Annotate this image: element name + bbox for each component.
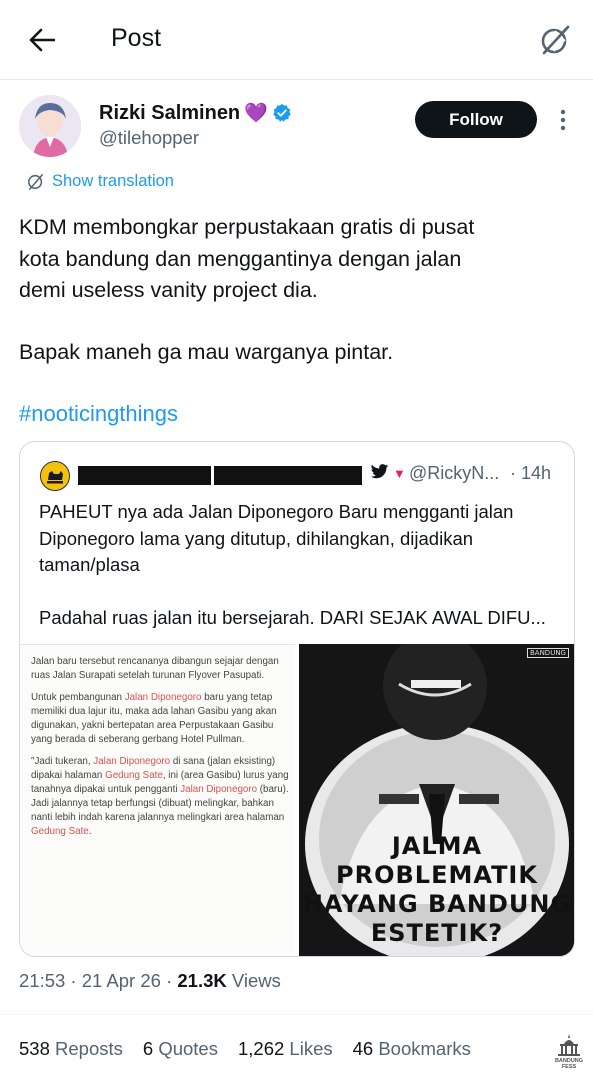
follow-button[interactable]: Follow [415, 101, 537, 138]
watermark-logo: BANDUNG FESS [549, 1032, 589, 1076]
quoted-tweet-card[interactable]: ▼ @RickyN... · 14h PAHEUT nya ada Jalan … [19, 441, 575, 957]
tweet-line: Bapak maneh ga mau warganya pintar. [19, 339, 394, 364]
tweet-line: kota bandung dan menggantinya dengan jal… [19, 246, 462, 271]
redacted-name-block [78, 466, 211, 485]
article-paragraph: "Jadi tukeran, Jalan Diponegoro di sana … [31, 756, 289, 837]
twitter-bird-icon [370, 464, 389, 485]
quoted-image-article[interactable]: Jalan baru tersebut rencananya dibangun … [21, 644, 295, 956]
quoted-text: PAHEUT nya ada Jalan Diponegoro Baru men… [39, 499, 559, 631]
tweet-line: KDM membongkar perpustakaan gratis di pu… [19, 215, 475, 239]
show-translation-label: Show translation [52, 172, 174, 190]
grok-button[interactable] [533, 18, 577, 62]
show-translation-link[interactable]: Show translation [27, 172, 174, 191]
translate-icon [28, 173, 44, 190]
watermark-text: BANDUNG FESS [554, 1058, 584, 1070]
quotes-stat[interactable]: 6 Quotes [143, 1038, 218, 1060]
top-bar: Post [0, 0, 593, 80]
likes-stat[interactable]: 1,262 Likes [238, 1038, 333, 1060]
hashtag-link[interactable]: #nooticingthings [19, 401, 178, 427]
grok-icon [541, 25, 570, 55]
author-display-name[interactable]: Rizki Salminen 💜 [99, 101, 292, 125]
more-options-button[interactable] [553, 106, 573, 134]
author-avatar[interactable] [19, 95, 81, 157]
page-title: Post [111, 24, 162, 52]
article-excerpt: Jalan baru tersebut rencananya dibangun … [31, 655, 289, 847]
article-paragraph: Jalan baru tersebut rencananya dibangun … [31, 656, 279, 681]
quoted-line: PAHEUT nya ada Jalan Diponegoro Baru men… [39, 501, 514, 522]
quoted-timestamp: · 14h [510, 463, 552, 483]
author-handle[interactable]: @tilehopper [99, 127, 199, 149]
engagement-stats: 538 Reposts 6 Quotes 1,262 Likes 46 Book… [19, 1038, 471, 1060]
purple-heart-emoji: 💜 [244, 103, 268, 124]
article-paragraph: Untuk pembangunan Jalan Diponegoro baru … [31, 692, 277, 745]
back-arrow-icon [29, 28, 55, 52]
post-time-date[interactable]: 21:53 · 21 Apr 26 · [19, 970, 177, 991]
quoted-line: taman/plasa [39, 554, 140, 575]
poster-line: JALMA PROBLEMATIK [336, 832, 538, 889]
quoted-image-poster[interactable]: BANDUNG JALMA PROBLEMATIK HAYANG BANDUNG… [299, 644, 574, 956]
avatar-illustration [19, 95, 81, 157]
poster-caption: JALMA PROBLEMATIK HAYANG BANDUNG ESTETIK… [299, 832, 574, 948]
post-meta: 21:53 · 21 Apr 26 · 21.3K Views [19, 970, 281, 992]
quoted-author-avatar [40, 461, 70, 491]
bookmarks-stat[interactable]: 46 Bookmarks [353, 1038, 471, 1060]
down-arrow-icon: ▼ [393, 466, 406, 481]
poster-line: HAYANG BANDUNG [302, 890, 572, 918]
quoted-line: Diponegoro lama yang ditutup, dihilangka… [39, 527, 474, 549]
divider [0, 1014, 593, 1015]
quoted-handle: @RickyN... [409, 463, 500, 483]
more-vertical-icon [560, 109, 566, 131]
verified-badge-icon [272, 103, 292, 123]
author-name-text: Rizki Salminen [99, 101, 241, 124]
views-count: 21.3K [177, 970, 227, 991]
redacted-name-block [214, 466, 362, 485]
dog-logo-icon [41, 462, 69, 490]
tweet-text: KDM membongkar perpustakaan gratis di pu… [19, 212, 574, 368]
reposts-stat[interactable]: 538 Reposts [19, 1038, 123, 1060]
poster-line: ESTETIK? [370, 919, 504, 947]
back-button[interactable] [22, 20, 62, 60]
tweet-line: demi useless vanity project dia. [19, 278, 318, 302]
quoted-line: Padahal ruas jalan itu bersejarah. DARI … [39, 606, 546, 628]
views-label: Views [226, 970, 281, 991]
watermark-building-icon [558, 1034, 580, 1056]
poster-corner-tag: BANDUNG [526, 648, 569, 658]
